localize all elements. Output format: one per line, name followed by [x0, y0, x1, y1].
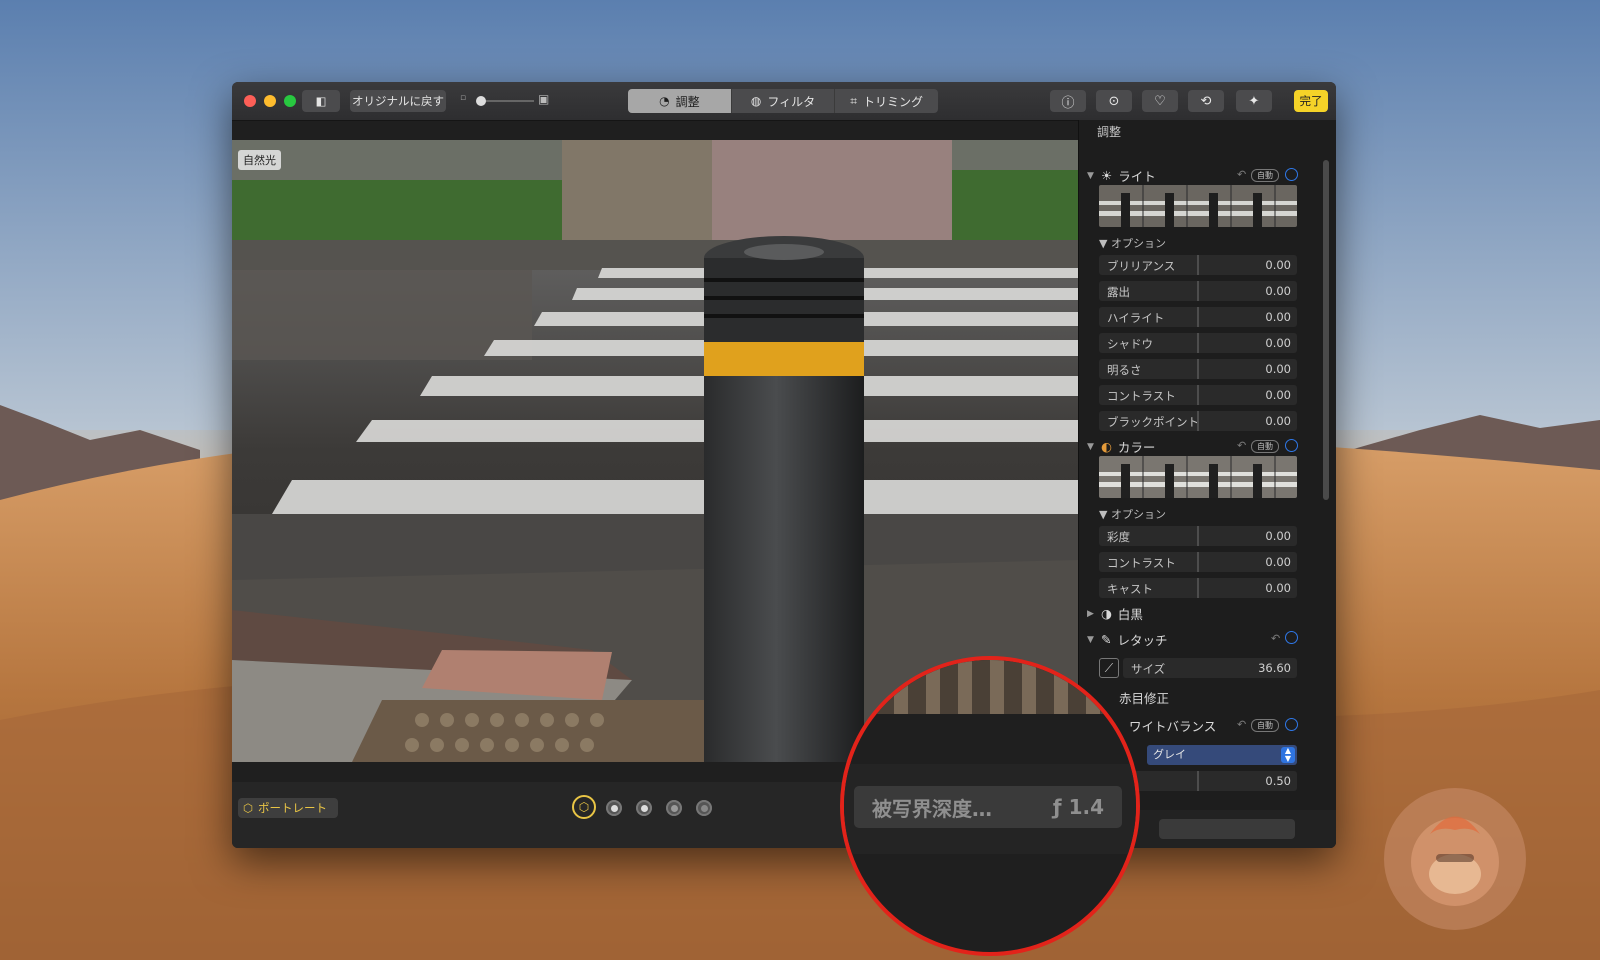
dot-icon	[700, 804, 708, 812]
adjust-icon: ◔	[659, 94, 670, 108]
zoom-callout: 被写界深度… ƒ 1.4	[840, 656, 1140, 956]
slider-highlights[interactable]: ハイライト 0.00	[1099, 307, 1297, 327]
undo-icon[interactable]: ↶	[1237, 168, 1246, 181]
chevron-updown-icon: ▲ ▼	[1281, 747, 1295, 763]
toggle-light[interactable]	[1285, 168, 1298, 181]
natural-light-button[interactable]: ⬡	[572, 795, 596, 819]
photos-window: ◧ オリジナルに戻す ▫ ▣ ◔ 調整 ◍ フィルタ ⌗ トリミング ⓘ ⊙ ♡ ⟲ …	[232, 82, 1336, 848]
thumbnail-strip-image	[1099, 185, 1297, 227]
portrait-button[interactable]: ⬡ ポートレート	[238, 798, 338, 818]
aperture-value: ƒ 1.4	[1052, 795, 1104, 819]
toggle-white-balance[interactable]	[1285, 718, 1298, 731]
rotate-icon: ⟲	[1200, 93, 1212, 109]
zoom-button[interactable]	[284, 95, 296, 107]
contour-light-button[interactable]	[636, 800, 652, 816]
depth-of-field-label: 被写界深度…	[872, 796, 992, 821]
tab-adjust[interactable]: ◔ 調整	[628, 89, 732, 113]
extensions-button[interactable]: ⊙	[1096, 90, 1132, 112]
studio-light-button[interactable]	[606, 800, 622, 816]
toolbar: ◧ オリジナルに戻す ▫ ▣ ◔ 調整 ◍ フィルタ ⌗ トリミング ⓘ ⊙ ♡ ⟲ …	[232, 82, 1336, 121]
revert-button[interactable]: オリジナルに戻す	[350, 90, 446, 112]
zoom-slider[interactable]: ▫ ▣	[460, 92, 552, 109]
disclosure-open-icon: ▼	[1087, 634, 1094, 645]
filter-icon: ◍	[750, 94, 762, 108]
white-balance-select[interactable]: グレイ ▲ ▼	[1147, 745, 1297, 765]
toggle-color[interactable]	[1285, 439, 1298, 452]
slider-cast[interactable]: キャスト 0.00	[1099, 578, 1297, 598]
light-options-toggle[interactable]: ▼ オプション	[1099, 235, 1166, 251]
section-light[interactable]: ▼ ☀ ライト	[1087, 166, 1156, 185]
bandage-icon: ✎	[1101, 632, 1112, 647]
auto-button-wb[interactable]: 自動	[1251, 719, 1279, 732]
magnified-photo-strip	[844, 660, 1136, 714]
rotate-button[interactable]: ⟲	[1188, 90, 1224, 112]
color-circle-icon: ◐	[1101, 439, 1112, 454]
favorite-button[interactable]: ♡	[1142, 90, 1178, 112]
color-options-toggle[interactable]: ▼ オプション	[1099, 506, 1166, 522]
auto-button-color[interactable]: 自動	[1251, 440, 1279, 453]
info-icon: ⓘ	[1061, 95, 1075, 111]
undo-icon[interactable]: ↶	[1237, 439, 1246, 452]
auto-button-light[interactable]: 自動	[1251, 169, 1279, 182]
compare-icon: ◧	[315, 94, 327, 108]
slider-brilliance[interactable]: ブリリアンス 0.00	[1099, 255, 1297, 275]
scrollbar[interactable]	[1323, 160, 1329, 500]
reset-adjustments-button[interactable]	[1159, 819, 1295, 839]
slider-contrast[interactable]: コントラスト 0.00	[1099, 385, 1297, 405]
tab-filter[interactable]: ◍ フィルタ	[732, 89, 836, 113]
compare-button[interactable]: ◧	[302, 90, 340, 112]
more-icon: ⊙	[1108, 93, 1120, 109]
color-thumbnail-strip[interactable]	[1099, 456, 1297, 498]
close-button[interactable]	[244, 95, 256, 107]
magic-wand-icon: ✦	[1248, 93, 1260, 109]
done-button[interactable]: 完了	[1294, 90, 1328, 112]
dot-icon	[610, 804, 618, 812]
heart-icon: ♡	[1154, 93, 1166, 109]
sun-icon: ☀	[1101, 168, 1113, 183]
undo-icon[interactable]: ↶	[1271, 632, 1280, 645]
stage-mono-button[interactable]	[696, 800, 712, 816]
crop-icon: ⌗	[850, 93, 858, 108]
disclosure-closed-icon: ▶	[1087, 608, 1094, 619]
cube-icon: ⬡	[578, 800, 590, 814]
section-black-white[interactable]: ▶ ◑ 白黒	[1087, 604, 1143, 623]
auto-enhance-button[interactable]: ✦	[1236, 90, 1272, 112]
section-color[interactable]: ▼ ◐ カラー	[1087, 437, 1155, 456]
slider-exposure[interactable]: 露出 0.00	[1099, 281, 1297, 301]
slider-brush-size[interactable]: サイズ 36.60	[1123, 658, 1297, 678]
dot-icon	[640, 804, 648, 812]
light-thumbnail-strip[interactable]	[1099, 185, 1297, 227]
slider-shadows[interactable]: シャドウ 0.00	[1099, 333, 1297, 353]
undo-icon[interactable]: ↶	[1237, 718, 1246, 731]
stage-light-button[interactable]	[666, 800, 682, 816]
lighting-badge: 自然光	[238, 150, 281, 170]
tab-crop[interactable]: ⌗ トリミング	[835, 89, 938, 113]
slider-saturation[interactable]: 彩度 0.00	[1099, 526, 1297, 546]
minimize-button[interactable]	[264, 95, 276, 107]
cube-icon: ⬡	[243, 801, 254, 815]
slider-brightness[interactable]: 明るさ 0.00	[1099, 359, 1297, 379]
section-retouch[interactable]: ▼ ✎ レタッチ	[1087, 630, 1168, 649]
disclosure-open-icon: ▼	[1087, 441, 1094, 452]
slider-track	[478, 100, 534, 102]
section-white-balance[interactable]: ワイトバランス	[1129, 716, 1216, 735]
small-image-icon: ▫	[460, 93, 467, 103]
depth-of-field-control[interactable]: 被写界深度… ƒ 1.4	[854, 786, 1122, 828]
toggle-retouch[interactable]	[1285, 631, 1298, 644]
disclosure-open-icon: ▼	[1087, 170, 1094, 181]
dot-icon	[670, 804, 678, 812]
slider-knob[interactable]	[476, 96, 486, 106]
info-button[interactable]: ⓘ	[1050, 90, 1086, 112]
thumbnail-strip-image	[1099, 456, 1297, 498]
slider-black-point[interactable]: ブラックポイント 0.00	[1099, 411, 1297, 431]
monkey-logo-icon	[1411, 816, 1499, 906]
sidebar-title: 調整	[1097, 125, 1122, 139]
edit-mode-tabs: ◔ 調整 ◍ フィルタ ⌗ トリミング	[628, 89, 938, 113]
slider-color-contrast[interactable]: コントラスト 0.00	[1099, 552, 1297, 572]
half-circle-icon: ◑	[1101, 606, 1112, 621]
large-image-icon: ▣	[538, 92, 550, 106]
watermark-logo	[1384, 788, 1526, 930]
